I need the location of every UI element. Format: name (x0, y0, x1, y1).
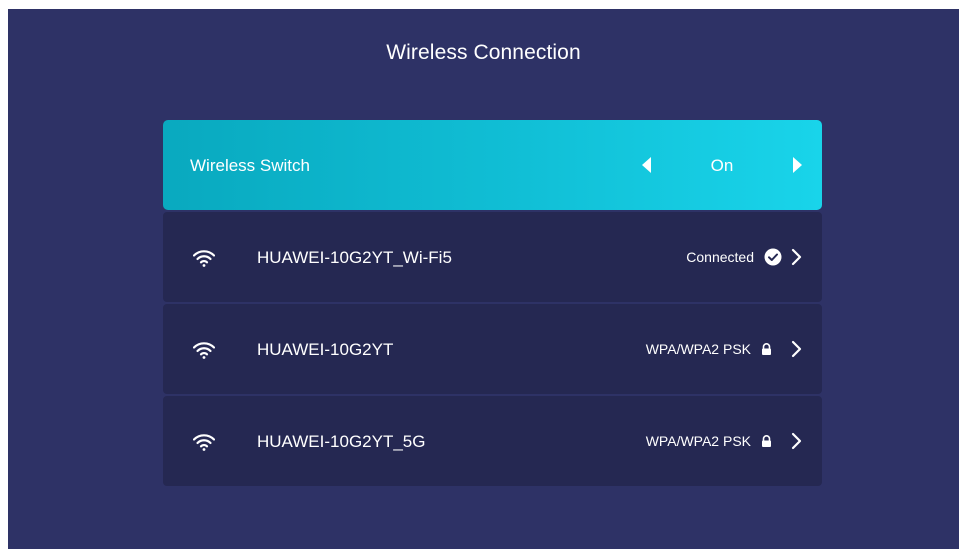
wifi-icon (193, 434, 215, 451)
arrow-left-icon[interactable] (642, 157, 651, 173)
network-status-text: Connected (686, 249, 754, 265)
network-ssid: HUAWEI-10G2YT_5G (257, 432, 426, 451)
lock-icon (762, 435, 771, 447)
network-status-text: WPA/WPA2 PSK (645, 341, 751, 357)
network-ssid: HUAWEI-10G2YT_Wi-Fi5 (257, 248, 452, 267)
wireless-switch-label: Wireless Switch (190, 156, 310, 175)
lock-icon (762, 343, 771, 355)
wireless-switch-row[interactable]: Wireless Switch On (163, 120, 822, 210)
network-status: WPA/WPA2 PSK (646, 430, 782, 452)
wifi-icon (193, 250, 215, 267)
page-title: Wireless Connection (386, 41, 581, 64)
network-status: Connected (686, 246, 782, 268)
wireless-connection-screen: Wireless Connection Wireless Switch On H… (8, 9, 959, 549)
chevron-right-icon[interactable] (791, 248, 802, 266)
chevron-right-icon[interactable] (791, 340, 802, 358)
network-status-text: WPA/WPA2 PSK (645, 433, 751, 449)
network-ssid: HUAWEI-10G2YT (257, 340, 394, 359)
chevron-right-icon[interactable] (791, 432, 802, 450)
wifi-icon (193, 342, 215, 359)
network-status: WPA/WPA2 PSK (646, 338, 782, 360)
network-item[interactable]: HUAWEI-10G2YT_Wi-Fi5 Connected (163, 212, 822, 302)
wireless-settings-panel: Wireless Switch On HUAWEI-10G2YT_Wi-Fi5 … (163, 120, 822, 486)
network-item[interactable]: HUAWEI-10G2YT WPA/WPA2 PSK (163, 304, 822, 394)
network-item[interactable]: HUAWEI-10G2YT_5G WPA/WPA2 PSK (163, 396, 822, 486)
wireless-switch-value: On (710, 156, 734, 175)
arrow-right-icon[interactable] (793, 157, 802, 173)
check-circle-icon (764, 248, 782, 266)
